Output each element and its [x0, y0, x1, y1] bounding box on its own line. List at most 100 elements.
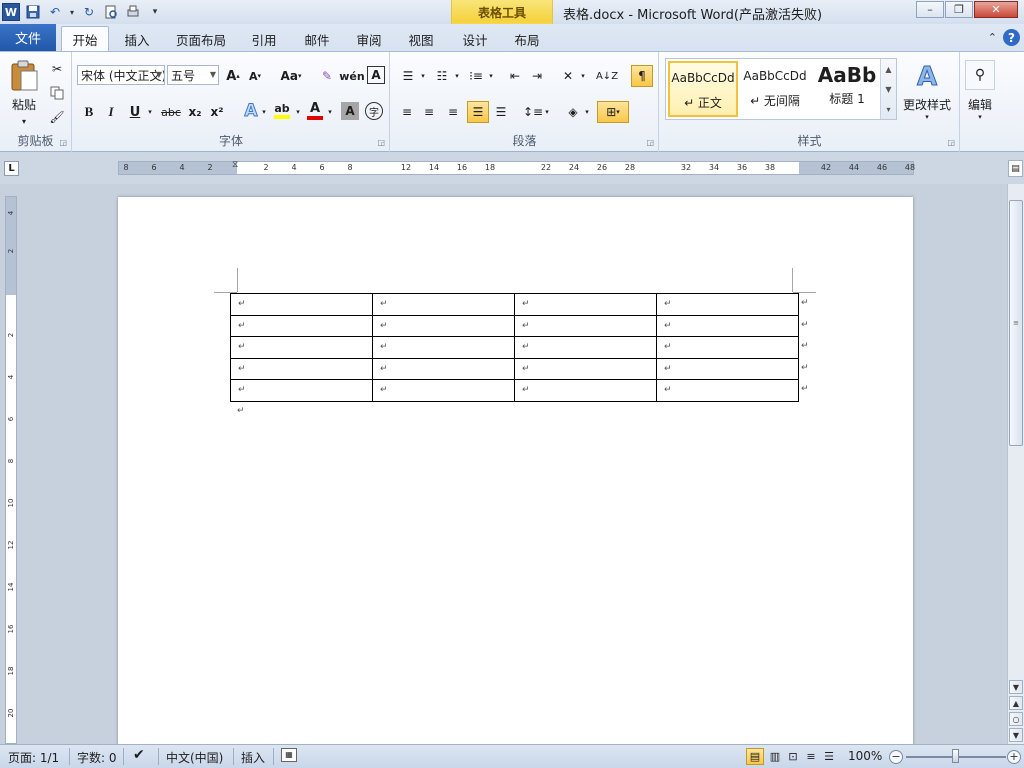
clear-format-icon[interactable]: ✎ — [317, 66, 337, 86]
font-name-dropdown-icon[interactable]: ▼ — [156, 70, 162, 79]
document-table[interactable]: ↵ ↵ ↵ ↵ ↵ ↵ ↵ ↵ ↵ ↵ ↵ ↵ ↵ ↵ ↵ ↵ ↵ ↵ ↵ ↵ — [230, 293, 799, 402]
bullets-dropdown-icon[interactable]: ▾ — [419, 66, 427, 86]
insert-mode[interactable]: 插入 — [241, 749, 265, 766]
zoom-in-button[interactable]: + — [1007, 750, 1021, 764]
multilevel-dropdown-icon[interactable]: ▾ — [487, 66, 495, 86]
table-cell[interactable]: ↵ — [372, 357, 515, 380]
web-layout-icon[interactable]: ⊡ — [784, 748, 802, 765]
change-case-button[interactable]: Aa ▾ — [277, 66, 305, 86]
vertical-scrollbar[interactable]: ≡ ▼ ▲ ○ ▼ — [1007, 184, 1024, 744]
numbering-dropdown-icon[interactable]: ▾ — [453, 66, 461, 86]
bullets-icon[interactable]: ☰ — [397, 66, 419, 86]
page-count[interactable]: 页面: 1/1 — [8, 749, 59, 766]
table-cell[interactable]: ↵ — [372, 379, 515, 402]
underline-dropdown-icon[interactable]: ▾ — [145, 102, 155, 122]
superscript-button[interactable]: x² — [207, 102, 227, 122]
table-cell[interactable]: ↵ — [372, 314, 515, 337]
shrink-font-button[interactable]: A ▾ — [245, 66, 265, 86]
table-cell[interactable]: ↵ — [514, 357, 657, 380]
help-icon[interactable]: ? — [1003, 29, 1020, 46]
language[interactable]: 中文(中国) — [166, 749, 223, 766]
subscript-button[interactable]: x₂ — [185, 102, 205, 122]
tab-review[interactable]: 审阅 — [349, 26, 389, 52]
italic-button[interactable]: I — [101, 102, 121, 122]
tab-insert[interactable]: 插入 — [115, 26, 159, 52]
font-dialog-launcher-icon[interactable]: ◲ — [377, 138, 385, 147]
minimize-button[interactable]: – — [916, 1, 944, 18]
undo-icon[interactable]: ↶ — [46, 3, 64, 21]
show-hide-marks-button[interactable]: ¶ — [631, 65, 653, 87]
style-card-no-spacing[interactable]: AaBbCcDd ↵ 无间隔 — [740, 61, 810, 117]
font-size-combo[interactable]: 五号 ▼ — [167, 65, 219, 85]
table-cell[interactable]: ↵ — [372, 336, 515, 359]
cut-icon[interactable]: ✂ — [48, 60, 66, 78]
sort-icon[interactable]: A↓Z — [596, 66, 618, 86]
style-gallery-scroll[interactable]: ▲ ▼ ▾ — [880, 59, 896, 119]
full-screen-reading-icon[interactable]: ▥ — [766, 748, 784, 765]
table-cell[interactable]: ↵ — [514, 293, 657, 316]
decrease-indent-icon[interactable]: ⇤ — [505, 66, 525, 86]
customize-qat-icon[interactable]: ▾ — [146, 3, 164, 21]
style-card-heading-1[interactable]: AaBb 标题 1 — [812, 61, 882, 117]
table-cell[interactable]: ↵ — [514, 314, 657, 337]
styles-dialog-launcher-icon[interactable]: ◲ — [947, 138, 955, 147]
tab-file[interactable]: 文件 — [0, 24, 56, 51]
undo-dropdown-icon[interactable]: ▾ — [68, 3, 76, 21]
align-right-icon[interactable]: ≡ — [443, 102, 463, 122]
enclose-characters-button[interactable]: 字 — [365, 102, 383, 120]
shading-icon[interactable]: ◈ — [563, 102, 583, 122]
underline-button[interactable]: U — [125, 102, 145, 122]
justify-icon[interactable]: ☰ — [467, 101, 489, 123]
tab-selector-icon[interactable]: L — [4, 161, 19, 176]
phonetic-guide-icon[interactable]: wén — [339, 66, 364, 86]
close-button[interactable]: ✕ — [974, 1, 1018, 18]
font-name-combo[interactable]: 宋体 (中文正文) ▼ — [77, 65, 165, 85]
scrollbar-thumb[interactable]: ≡ — [1009, 200, 1023, 446]
gallery-up-icon[interactable]: ▲ — [885, 65, 891, 74]
table-cell[interactable]: ↵ — [230, 379, 373, 402]
table-cell[interactable]: ↵ — [514, 379, 657, 402]
align-left-icon[interactable]: ≡ — [397, 102, 417, 122]
tab-references[interactable]: 引用 — [244, 26, 284, 52]
table-cell[interactable]: ↵ — [230, 336, 373, 359]
text-effects-dropdown-icon[interactable]: ▾ — [259, 102, 269, 122]
font-size-dropdown-icon[interactable]: ▼ — [210, 70, 216, 79]
macro-record-icon[interactable]: ▦ — [281, 748, 297, 762]
align-center-icon[interactable]: ≡ — [419, 102, 439, 122]
change-styles-button[interactable]: A 更改样式 ▾ — [900, 58, 954, 124]
gallery-more-icon[interactable]: ▾ — [886, 105, 890, 114]
style-card-normal[interactable]: AaBbCcDd ↵ 正文 — [668, 61, 738, 117]
font-color-dropdown-icon[interactable]: ▾ — [325, 102, 335, 122]
chinese-layout-icon[interactable]: ✕ — [557, 66, 579, 86]
highlight-dropdown-icon[interactable]: ▾ — [293, 102, 303, 122]
multilevel-list-icon[interactable]: ⁝≡ — [465, 66, 487, 86]
zoom-level[interactable]: 100% — [848, 749, 882, 763]
horizontal-ruler[interactable]: 8 6 4 2 2 4 6 8 12 14 16 18 22 24 26 28 32 34 36 38 42 44 46 48… — [118, 160, 915, 175]
numbering-icon[interactable]: ☷ — [431, 66, 453, 86]
tab-view[interactable]: 视图 — [401, 26, 441, 52]
table-cell[interactable]: ↵ — [230, 357, 373, 380]
editing-button[interactable]: ⚲ 编辑 ▾ — [963, 56, 997, 124]
table-cell[interactable]: ↵ — [656, 314, 799, 337]
tab-design[interactable]: 设计 — [455, 26, 495, 52]
table-cell[interactable]: ↵ — [514, 336, 657, 359]
shading-dropdown-icon[interactable]: ▾ — [583, 102, 591, 122]
grow-font-button[interactable]: A ▴ — [223, 66, 243, 86]
scroll-down-icon[interactable]: ▼ — [1009, 680, 1023, 694]
restore-button[interactable]: ❐ — [945, 1, 973, 18]
print-preview-icon[interactable] — [102, 3, 120, 21]
outline-view-icon[interactable]: ≡ — [802, 748, 820, 765]
table-cell[interactable]: ↵ — [656, 357, 799, 380]
vertical-ruler[interactable]: 4 2 2 4 6 8 10 12 14 16 18 20 — [5, 196, 17, 744]
table-cell[interactable]: ↵ — [372, 293, 515, 316]
text-effects-button[interactable]: A — [241, 100, 261, 122]
clipboard-dialog-launcher-icon[interactable]: ◲ — [59, 138, 67, 147]
copy-icon[interactable] — [48, 84, 66, 102]
minimize-ribbon-icon[interactable]: ⌃ — [988, 31, 997, 44]
increase-indent-icon[interactable]: ⇥ — [527, 66, 547, 86]
character-border-button[interactable]: A — [367, 66, 385, 84]
tab-home[interactable]: 开始 — [61, 26, 109, 52]
borders-button[interactable]: ⊞ ▾ — [597, 101, 629, 123]
zoom-out-button[interactable]: − — [889, 750, 903, 764]
previous-page-icon[interactable]: ▲ — [1009, 696, 1023, 710]
